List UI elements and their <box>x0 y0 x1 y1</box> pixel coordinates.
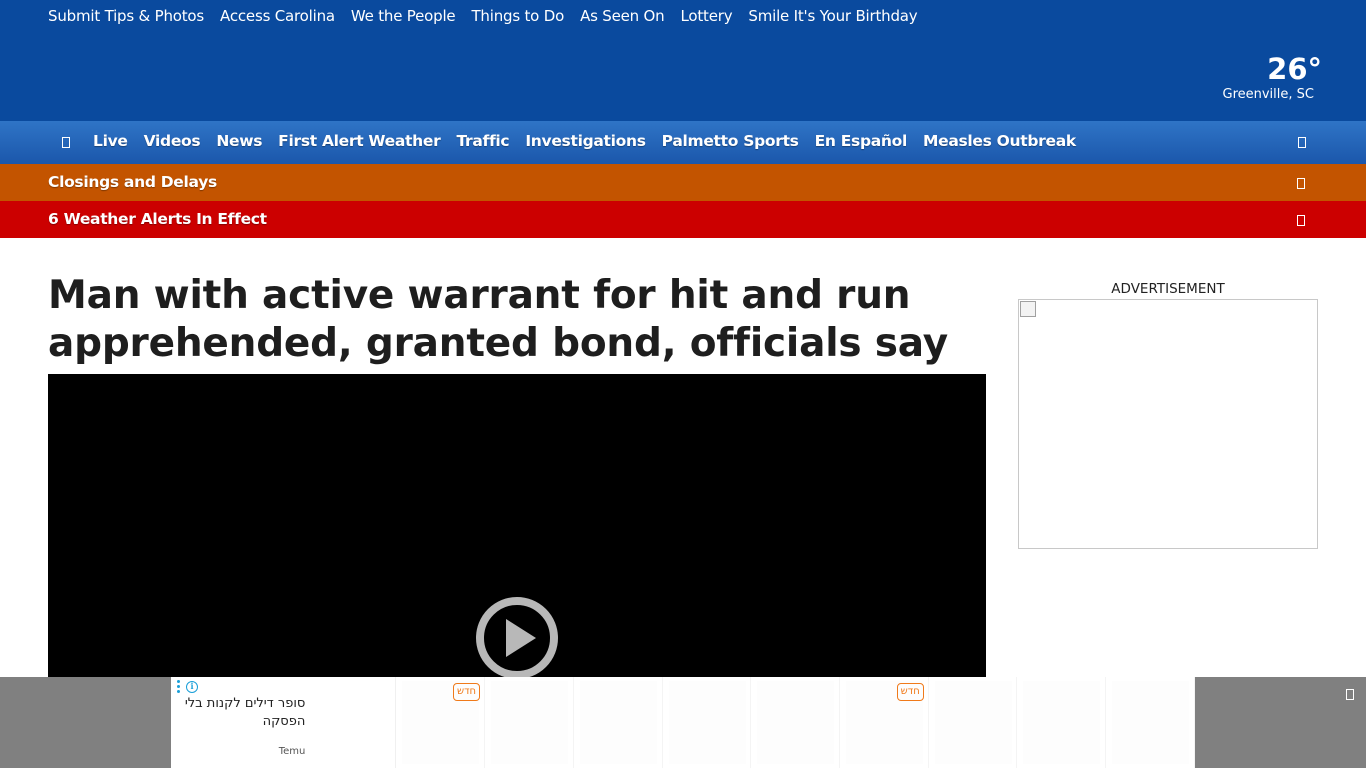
menu-icon <box>62 136 70 148</box>
product-tile[interactable] <box>573 677 663 768</box>
utility-link-we-the-people[interactable]: We the People <box>351 7 456 25</box>
weather-alerts-expand-button[interactable] <box>1294 212 1308 228</box>
search-icon <box>1298 136 1306 148</box>
nav-item-first-alert-weather[interactable]: First Alert Weather <box>278 132 441 150</box>
weather-location: Greenville, SC <box>1222 87 1315 102</box>
product-tile[interactable] <box>928 677 1018 768</box>
more-options-icon[interactable] <box>177 680 180 693</box>
utility-link-lottery[interactable]: Lottery <box>680 7 732 25</box>
main-nav-items: Live Videos News First Alert Weather Tra… <box>93 132 1076 150</box>
ad-brand: Temu <box>278 746 306 757</box>
close-icon <box>1346 688 1354 700</box>
weather-temperature: 26° <box>1267 52 1322 86</box>
site-header: Submit Tips & Photos Access Carolina We … <box>0 0 1366 121</box>
nav-item-en-espanol[interactable]: En Español <box>815 132 908 150</box>
nav-item-traffic[interactable]: Traffic <box>456 132 509 150</box>
closings-delays-bar[interactable]: Closings and Delays <box>0 164 1366 201</box>
ad-text-card[interactable]: i סופר דילים לקנות בלי הפסקה Temu <box>171 677 397 768</box>
product-image <box>1112 681 1190 764</box>
nav-item-videos[interactable]: Videos <box>144 132 201 150</box>
nav-item-news[interactable]: News <box>216 132 262 150</box>
main-nav: Live Videos News First Alert Weather Tra… <box>0 121 1366 164</box>
utility-link-access-carolina[interactable]: Access Carolina <box>220 7 335 25</box>
search-button[interactable] <box>1294 132 1310 152</box>
product-tile[interactable] <box>1017 677 1107 768</box>
product-tile[interactable]: חדש <box>840 677 929 768</box>
utility-link-as-seen-on[interactable]: As Seen On <box>580 7 665 25</box>
ad-choices[interactable]: i <box>177 680 198 693</box>
nav-item-palmetto-sports[interactable]: Palmetto Sports <box>662 132 799 150</box>
broken-image-icon <box>1020 301 1036 317</box>
weather-widget[interactable]: 26° Greenville, SC <box>1222 52 1323 103</box>
product-tile[interactable] <box>662 677 752 768</box>
article-headline: Man with active warrant for hit and run … <box>48 273 948 366</box>
weather-alerts-bar[interactable]: 6 Weather Alerts In Effect <box>0 201 1366 238</box>
new-badge: חדש <box>896 683 924 701</box>
utility-link-things-to-do[interactable]: Things to Do <box>471 7 564 25</box>
product-image <box>757 681 835 764</box>
info-icon[interactable]: i <box>186 680 198 693</box>
product-tile[interactable] <box>485 677 574 768</box>
ad-strip[interactable]: i סופר דילים לקנות בלי הפסקה Temu חדש חד… <box>171 677 1195 768</box>
menu-button[interactable] <box>57 132 75 152</box>
closings-expand-button[interactable] <box>1294 175 1308 191</box>
play-icon <box>506 619 536 657</box>
product-tile[interactable] <box>1106 677 1195 768</box>
utility-link-birthday[interactable]: Smile It's Your Birthday <box>748 7 917 25</box>
product-image <box>668 681 746 764</box>
sticky-ad-close-button[interactable] <box>1344 687 1356 701</box>
product-image <box>934 681 1012 764</box>
chevron-down-icon <box>1297 177 1305 189</box>
utility-link-submit-tips[interactable]: Submit Tips & Photos <box>48 7 204 25</box>
closings-delays-label: Closings and Delays <box>48 173 217 191</box>
ad-headline: סופר דילים לקנות בלי הפסקה <box>184 696 306 729</box>
nav-item-investigations[interactable]: Investigations <box>525 132 646 150</box>
product-image <box>491 681 569 764</box>
nav-item-live[interactable]: Live <box>93 132 128 150</box>
chevron-down-icon <box>1297 214 1305 226</box>
nav-item-measles-outbreak[interactable]: Measles Outbreak <box>923 132 1076 150</box>
play-button[interactable] <box>476 597 558 679</box>
advertisement-label: ADVERTISEMENT <box>1111 281 1225 297</box>
product-tile[interactable] <box>751 677 841 768</box>
product-image <box>1023 681 1101 764</box>
utility-nav: Submit Tips & Photos Access Carolina We … <box>48 7 918 25</box>
product-image <box>579 681 657 764</box>
product-tile[interactable]: חדש <box>396 677 486 768</box>
sticky-ad-bar: i סופר דילים לקנות בלי הפסקה Temu חדש חד… <box>0 677 1366 768</box>
new-badge: חדש <box>453 683 481 701</box>
sidebar-ad[interactable] <box>1018 299 1318 549</box>
weather-alerts-label: 6 Weather Alerts In Effect <box>48 210 267 228</box>
